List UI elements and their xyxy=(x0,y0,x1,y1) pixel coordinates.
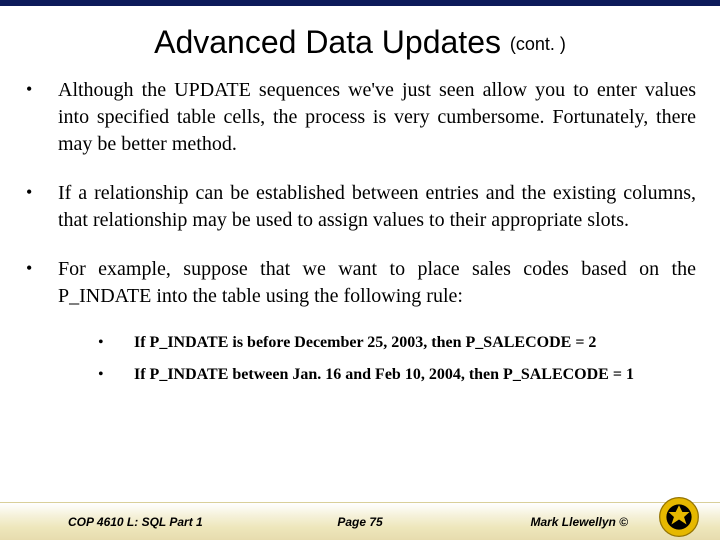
bullet-dot-icon: • xyxy=(24,180,58,234)
ucf-logo-icon xyxy=(658,496,700,538)
bullet-dot-icon: • xyxy=(24,77,58,158)
bullet-text: Although the UPDATE sequences we've just… xyxy=(58,77,696,158)
slide: Advanced Data Updates (cont. ) • Althoug… xyxy=(0,0,720,540)
bullet-dot-icon: • xyxy=(98,332,134,354)
slide-title: Advanced Data Updates (cont. ) xyxy=(0,24,720,61)
subbullet-text: If P_INDATE between Jan. 16 and Feb 10, … xyxy=(134,364,634,386)
subbullet-item: • If P_INDATE is before December 25, 200… xyxy=(98,332,696,354)
subbullet-item: • If P_INDATE between Jan. 16 and Feb 10… xyxy=(98,364,696,386)
slide-footer: COP 4610 L: SQL Part 1 Page 75 Mark Llew… xyxy=(0,502,720,540)
bullet-dot-icon: • xyxy=(98,364,134,386)
title-cont: (cont. ) xyxy=(510,34,566,54)
bullet-item: • Although the UPDATE sequences we've ju… xyxy=(24,77,696,158)
bullet-dot-icon: • xyxy=(24,256,58,310)
bullet-item: • For example, suppose that we want to p… xyxy=(24,256,696,310)
bullet-text: For example, suppose that we want to pla… xyxy=(58,256,696,310)
bullet-text: If a relationship can be established bet… xyxy=(58,180,696,234)
subbullet-text: If P_INDATE is before December 25, 2003,… xyxy=(134,332,596,354)
footer-course: COP 4610 L: SQL Part 1 xyxy=(68,515,203,529)
footer-author: Mark Llewellyn © xyxy=(530,515,628,529)
title-main: Advanced Data Updates xyxy=(154,24,510,60)
bullet-item: • If a relationship can be established b… xyxy=(24,180,696,234)
slide-content: • Although the UPDATE sequences we've ju… xyxy=(0,77,720,502)
